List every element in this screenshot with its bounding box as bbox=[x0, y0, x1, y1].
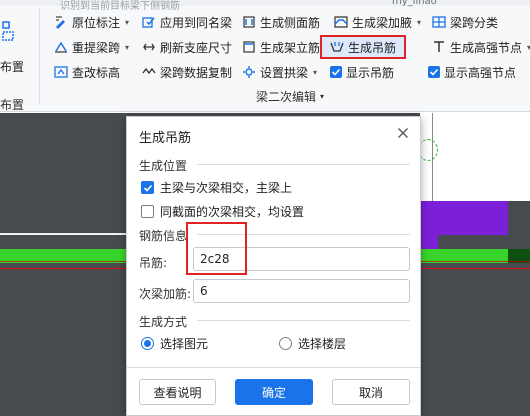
canvas-white-region bbox=[420, 113, 530, 201]
erection-rebar-icon bbox=[242, 40, 256, 54]
apply-same-beam-button[interactable]: 应用到同名梁 bbox=[142, 12, 232, 32]
show-hanger-checkbox[interactable]: 显示吊筋 bbox=[330, 62, 394, 82]
user-name[interactable]: my_linao bbox=[392, 0, 437, 7]
annotate-button[interactable]: 原位标注 ▾ bbox=[54, 12, 129, 32]
arch-beam-button[interactable]: 设置拱梁 ▾ bbox=[242, 62, 317, 82]
reextract-span-icon bbox=[54, 40, 68, 54]
option-label: 同截面的次梁相交，均设置 bbox=[160, 205, 305, 219]
radio-unselected-icon bbox=[279, 337, 292, 350]
show-high-strength-label: 显示高强节点 bbox=[444, 65, 517, 80]
chevron-down-icon: ▾ bbox=[125, 17, 130, 27]
arch-beam-label: 设置拱梁 bbox=[260, 65, 309, 80]
elevation-button[interactable]: 查改标高 bbox=[54, 62, 120, 82]
span-classify-label: 梁跨分类 bbox=[450, 15, 499, 30]
radio-select-floor[interactable]: 选择楼层 bbox=[279, 335, 346, 352]
status-hint: 识别到当前目标梁下侧钢筋 bbox=[60, 1, 180, 12]
show-hanger-label: 显示吊筋 bbox=[346, 65, 395, 80]
side-rebar-button[interactable]: 生成侧面筋 bbox=[242, 12, 320, 32]
radio-label: 选择楼层 bbox=[298, 337, 347, 351]
layout-icon[interactable] bbox=[2, 20, 16, 44]
beam-purple-segment bbox=[438, 201, 508, 235]
annotate-icon bbox=[54, 15, 68, 29]
option-label: 主梁与次梁相交，主梁上 bbox=[160, 181, 293, 195]
beam-secondary-edit-group-label[interactable]: 梁二次编辑 ▾ bbox=[256, 88, 324, 105]
span-classify-button[interactable]: 梁跨分类 bbox=[432, 12, 498, 32]
divider bbox=[127, 367, 420, 368]
erection-rebar-button[interactable]: 生成架立筋 bbox=[242, 37, 320, 57]
high-strength-joint-label: 生成高强节点 bbox=[450, 40, 523, 55]
refresh-support-icon bbox=[142, 40, 156, 54]
span-copy-label: 梁跨数据复制 bbox=[160, 65, 233, 80]
checkbox-unchecked-icon bbox=[141, 205, 154, 218]
side-rebar-label: 生成侧面筋 bbox=[260, 15, 321, 30]
layout-label[interactable]: 布置 bbox=[0, 58, 24, 75]
ribbon-toolbar: 识别到当前目标梁下侧钢筋 my_linao 布置 布置 原位标注 ▾ 应用到同名… bbox=[0, 0, 530, 112]
apply-same-beam-label: 应用到同名梁 bbox=[160, 15, 233, 30]
arch-beam-icon bbox=[242, 65, 256, 79]
checkbox-checked-icon bbox=[330, 66, 342, 78]
hanger-rebar-highlight bbox=[320, 35, 406, 59]
side-rebar-icon bbox=[242, 15, 256, 29]
beam-purple-segment bbox=[420, 201, 438, 249]
apply-same-beam-icon bbox=[142, 15, 156, 29]
secondary-beam-rebar-label: 次梁加筋: bbox=[139, 287, 192, 301]
checkbox-checked-icon bbox=[428, 66, 440, 78]
chevron-down-icon: ▾ bbox=[417, 17, 422, 27]
high-strength-joint-icon bbox=[432, 40, 446, 54]
annotate-label: 原位标注 bbox=[72, 15, 121, 30]
radio-label: 选择图元 bbox=[160, 337, 209, 351]
secondary-beam-rebar-input[interactable] bbox=[193, 279, 410, 303]
canvas-white-line bbox=[0, 233, 130, 235]
layout-group-label: 布置 bbox=[0, 98, 25, 112]
divider bbox=[197, 320, 410, 321]
radio-selected-icon bbox=[141, 337, 154, 350]
group-label-text: 梁二次编辑 bbox=[256, 90, 317, 104]
reextract-span-button[interactable]: 重提梁跨 ▾ bbox=[54, 37, 129, 57]
hanger-rebar-label: 吊筋: bbox=[139, 256, 168, 270]
close-icon[interactable] bbox=[395, 125, 411, 141]
high-strength-joint-button[interactable]: 生成高强节点 ▾ bbox=[432, 37, 530, 57]
option-same-section-intersect[interactable]: 同截面的次梁相交，均设置 bbox=[141, 203, 304, 220]
haunch-label: 生成梁加腋 bbox=[352, 15, 413, 30]
checkbox-checked-icon bbox=[141, 181, 154, 194]
canvas-green-marker bbox=[418, 139, 438, 161]
generate-hanger-dialog: 生成吊筋 生成位置 主梁与次梁相交，主梁上 同截面的次梁相交，均设置 钢筋信息 … bbox=[126, 116, 421, 416]
help-button[interactable]: 查看说明 bbox=[139, 379, 216, 405]
span-copy-button[interactable]: 梁跨数据复制 bbox=[142, 62, 232, 82]
haunch-icon bbox=[334, 15, 348, 29]
chevron-down-icon: ▾ bbox=[125, 42, 130, 52]
section-rebar-title: 钢筋信息 bbox=[139, 229, 188, 243]
radio-select-element[interactable]: 选择图元 bbox=[141, 335, 208, 352]
span-copy-icon bbox=[142, 65, 156, 79]
section-method-title: 生成方式 bbox=[139, 315, 188, 329]
show-high-strength-checkbox[interactable]: 显示高强节点 bbox=[428, 62, 516, 82]
chevron-down-icon: ▾ bbox=[313, 67, 318, 77]
haunch-button[interactable]: 生成梁加腋 ▾ bbox=[334, 12, 421, 32]
reextract-span-label: 重提梁跨 bbox=[72, 40, 121, 55]
elevation-icon bbox=[54, 65, 68, 79]
dialog-title: 生成吊筋 bbox=[139, 131, 192, 146]
refresh-support-label: 刷新支座尺寸 bbox=[160, 40, 233, 55]
refresh-support-button[interactable]: 刷新支座尺寸 bbox=[142, 37, 232, 57]
option-main-secondary-intersect[interactable]: 主梁与次梁相交，主梁上 bbox=[141, 179, 292, 196]
input-values-highlight bbox=[186, 222, 247, 275]
ok-button[interactable]: 确定 bbox=[235, 379, 313, 405]
ribbon-left-group: 布置 布置 bbox=[0, 8, 40, 112]
section-position-title: 生成位置 bbox=[139, 159, 188, 173]
chevron-down-icon: ▾ bbox=[320, 92, 325, 101]
divider bbox=[197, 164, 410, 165]
span-classify-icon bbox=[432, 15, 446, 29]
ribbon-top-strip: 识别到当前目标梁下侧钢筋 my_linao bbox=[0, 0, 530, 12]
cancel-button[interactable]: 取消 bbox=[332, 379, 410, 405]
erection-rebar-label: 生成架立筋 bbox=[260, 40, 321, 55]
elevation-label: 查改标高 bbox=[72, 65, 121, 80]
